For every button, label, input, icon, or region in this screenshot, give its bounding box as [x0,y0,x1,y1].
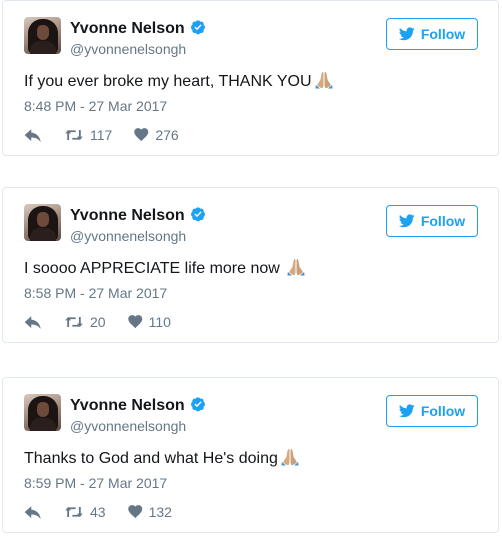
author-name-label[interactable]: Yvonne Nelson [70,20,185,37]
tweet-text-content: If you ever broke my heart, THANK YOU [24,73,312,90]
author-handle[interactable]: @yvonnenelsongh [70,41,186,57]
folded-hands-icon [286,258,306,276]
retweet-count: 43 [90,504,106,520]
follow-label: Follow [420,213,466,229]
retweet-count: 117 [90,127,113,143]
retweet-count: 20 [90,314,106,330]
like-button[interactable]: 132 [128,504,172,520]
avatar[interactable] [24,204,61,241]
tweet-text-content: I soooo APPRECIATE life more now [24,260,285,277]
like-count: 276 [155,127,179,143]
follow-button[interactable]: Follow [386,205,478,237]
author-name[interactable]: Yvonne Nelson [70,206,206,225]
like-count: 110 [148,314,171,330]
author-name[interactable]: Yvonne Nelson [70,396,206,415]
author-handle[interactable]: @yvonnenelsongh [70,228,186,244]
verified-badge-icon [190,206,206,222]
retweet-icon [64,505,84,519]
retweet-icon [64,128,84,142]
tweet-timestamp[interactable]: 8:58 PM - 27 Mar 2017 [24,285,167,301]
follow-button[interactable]: Follow [386,18,478,50]
tweet-card: Yvonne Nelson @yvonnenelsongh Follow If … [2,0,499,156]
tweet-timestamp[interactable]: 8:48 PM - 27 Mar 2017 [24,98,167,114]
follow-label: Follow [420,26,466,42]
author-handle[interactable]: @yvonnenelsongh [70,418,186,434]
heart-icon [128,315,143,329]
verified-badge-icon [190,19,206,35]
tweet-actions: 43 132 [24,503,172,521]
reply-button[interactable] [24,315,42,330]
retweet-icon [64,315,84,329]
follow-label: Follow [420,403,466,419]
like-count: 132 [148,504,172,520]
tweet-text: If you ever broke my heart, THANK YOU [24,71,334,92]
retweet-button[interactable]: 20 [64,314,106,330]
avatar[interactable] [24,394,61,431]
follow-button[interactable]: Follow [386,395,478,427]
verified-badge-icon [190,396,206,412]
folded-hands-icon [314,71,334,89]
twitter-bird-icon [399,404,415,418]
tweet-text-content: Thanks to God and what He's doing [24,450,278,467]
reply-icon [24,128,42,143]
twitter-bird-icon [399,214,415,228]
like-button[interactable]: 110 [128,314,171,330]
tweet-text: Thanks to God and what He's doing [24,448,300,469]
tweet-card: Yvonne Nelson @yvonnenelsongh Follow I s… [2,187,499,343]
folded-hands-icon [280,448,300,466]
retweet-button[interactable]: 43 [64,504,106,520]
reply-button[interactable] [24,505,42,520]
tweet-actions: 20 110 [24,313,171,331]
reply-button[interactable] [24,128,42,143]
author-name-label[interactable]: Yvonne Nelson [70,207,185,224]
retweet-button[interactable]: 117 [64,127,112,143]
twitter-bird-icon [399,27,415,41]
heart-icon [128,505,143,519]
like-button[interactable]: 276 [134,127,179,143]
tweet-actions: 117 276 [24,126,179,144]
tweet-card: Yvonne Nelson @yvonnenelsongh Follow Tha… [2,377,499,533]
tweet-timestamp[interactable]: 8:59 PM - 27 Mar 2017 [24,475,167,491]
reply-icon [24,505,42,520]
heart-icon [134,128,149,142]
author-name-label[interactable]: Yvonne Nelson [70,397,185,414]
tweet-text: I soooo APPRECIATE life more now [24,258,306,279]
reply-icon [24,315,42,330]
avatar[interactable] [24,17,61,54]
author-name[interactable]: Yvonne Nelson [70,19,206,38]
